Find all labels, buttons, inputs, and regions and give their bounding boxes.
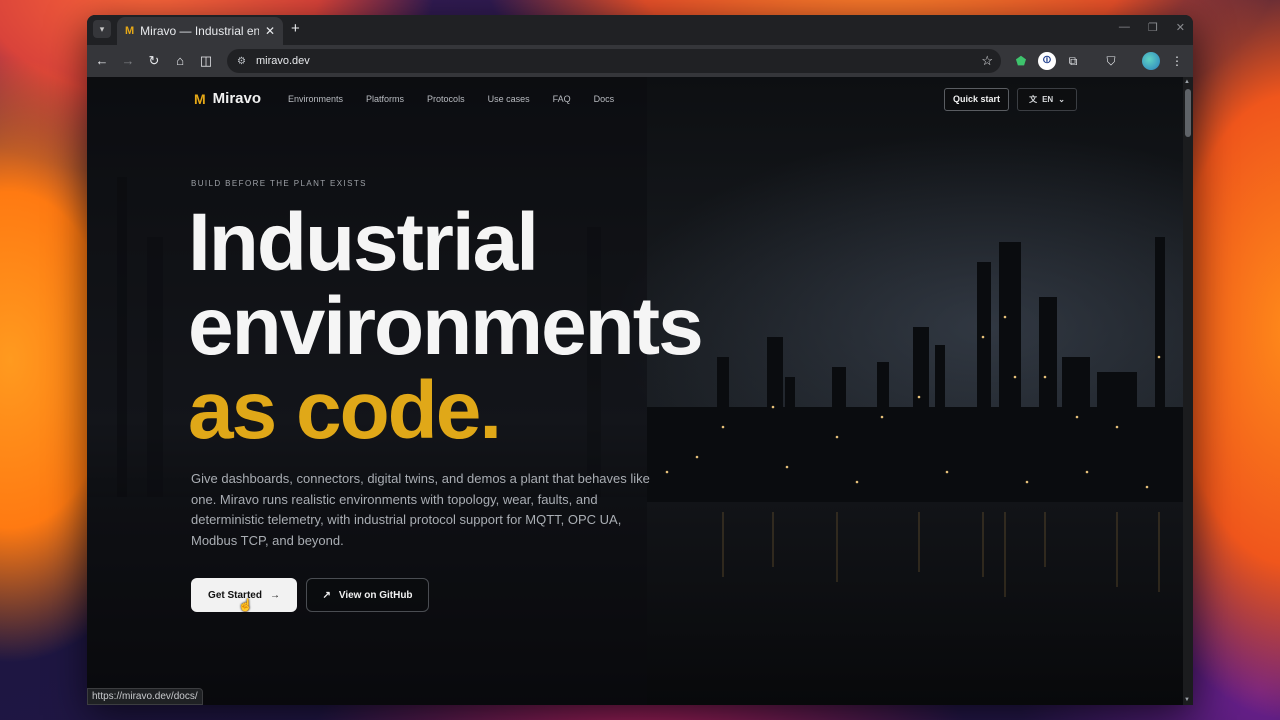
reload-icon[interactable]: ↻: [146, 53, 162, 69]
browser-toolbar: ← → ↻ ⌂ ◫ ⚙ miravo.dev ☆ ⬟ ⏼ ⧉ ⛉ ⋮: [87, 45, 1193, 77]
arrow-right-icon[interactable]: →: [120, 53, 136, 68]
nav-links: Environments Platforms Protocols Use cas…: [288, 94, 614, 104]
external-link-icon: ↗: [322, 589, 331, 601]
headline-line-1: Industrial: [188, 197, 539, 288]
browser-window: ▾ M Miravo — Industrial envi ✕ + — ❐ ✕ ←…: [87, 15, 1193, 705]
shield-extension-icon[interactable]: ⬟: [1012, 52, 1030, 70]
nav-link-faq[interactable]: FAQ: [553, 94, 571, 104]
nav-link-environments[interactable]: Environments: [288, 94, 343, 104]
restore-icon[interactable]: ❐: [1148, 21, 1158, 34]
brand-logo[interactable]: M Miravo: [194, 90, 261, 107]
arrow-right-icon: →: [269, 589, 280, 601]
chevron-down-icon: ⌄: [1058, 95, 1065, 104]
window-close-icon[interactable]: ✕: [1176, 21, 1185, 34]
site-header: M Miravo Environments Platforms Protocol…: [87, 77, 1183, 123]
miravo-logo-icon: M: [194, 90, 206, 107]
link-status-bar: https://miravo.dev/docs/: [87, 688, 203, 705]
split-view-icon[interactable]: ◫: [198, 53, 214, 69]
minimize-icon[interactable]: —: [1119, 21, 1130, 34]
browser-tab[interactable]: M Miravo — Industrial envi ✕: [117, 17, 283, 45]
scrollbar-thumb[interactable]: [1185, 89, 1191, 137]
translate-icon: 文: [1029, 95, 1038, 104]
address-bar[interactable]: ⚙ miravo.dev ☆: [227, 49, 1001, 73]
tab-strip: ▾ M Miravo — Industrial envi ✕ + — ❐ ✕: [87, 15, 1193, 45]
nav-link-protocols[interactable]: Protocols: [427, 94, 465, 104]
favicon-icon: M: [125, 25, 135, 37]
nav-link-platforms[interactable]: Platforms: [366, 94, 404, 104]
hero-description: Give dashboards, connectors, digital twi…: [191, 471, 650, 548]
tab-search-chevron-down-icon[interactable]: ▾: [93, 20, 111, 38]
language-label: EN: [1042, 95, 1054, 104]
spy-icon[interactable]: ⛉: [1102, 52, 1120, 70]
close-icon[interactable]: ✕: [265, 24, 275, 38]
kebab-menu-icon[interactable]: ⋮: [1168, 52, 1186, 70]
arrow-left-icon[interactable]: ←: [94, 53, 110, 68]
hand-cursor-icon: ☝: [238, 598, 253, 612]
profile-extension-icon[interactable]: ⏼: [1038, 52, 1056, 70]
headline-line-2: environments: [188, 281, 704, 372]
language-selector[interactable]: 文 EN ⌄: [1017, 88, 1077, 111]
puzzle-icon[interactable]: ⧉: [1064, 52, 1082, 70]
avatar-icon[interactable]: [1142, 52, 1160, 70]
web-page: M Miravo Environments Platforms Protocol…: [87, 77, 1183, 705]
url-text: miravo.dev: [255, 55, 310, 67]
quick-start-button[interactable]: Quick start: [944, 88, 1009, 111]
brand-name: Miravo: [212, 90, 262, 107]
star-icon[interactable]: ☆: [981, 53, 993, 69]
new-tab-plus-icon[interactable]: +: [291, 20, 300, 37]
scroll-down-icon[interactable]: ▼: [1184, 697, 1190, 703]
page-scrollbar[interactable]: ▲ ▼: [1183, 77, 1193, 705]
tab-title: Miravo — Industrial envi: [140, 24, 259, 38]
nav-link-use-cases[interactable]: Use cases: [488, 94, 530, 104]
nav-link-docs[interactable]: Docs: [594, 94, 615, 104]
site-settings-icon[interactable]: ⚙: [237, 56, 246, 67]
hero-eyebrow: BUILD BEFORE THE PLANT EXISTS: [191, 179, 367, 188]
home-icon[interactable]: ⌂: [172, 53, 188, 68]
view-on-github-button[interactable]: ↗ View on GitHub: [306, 578, 429, 612]
view-on-github-label: View on GitHub: [338, 589, 413, 601]
scroll-up-icon[interactable]: ▲: [1184, 79, 1190, 85]
hero-headline: Industrial environments as code.: [188, 197, 704, 456]
headline-accent: as code.: [188, 365, 502, 456]
window-controls: — ❐ ✕: [1119, 21, 1185, 34]
get-started-label: Get Started: [208, 589, 262, 601]
